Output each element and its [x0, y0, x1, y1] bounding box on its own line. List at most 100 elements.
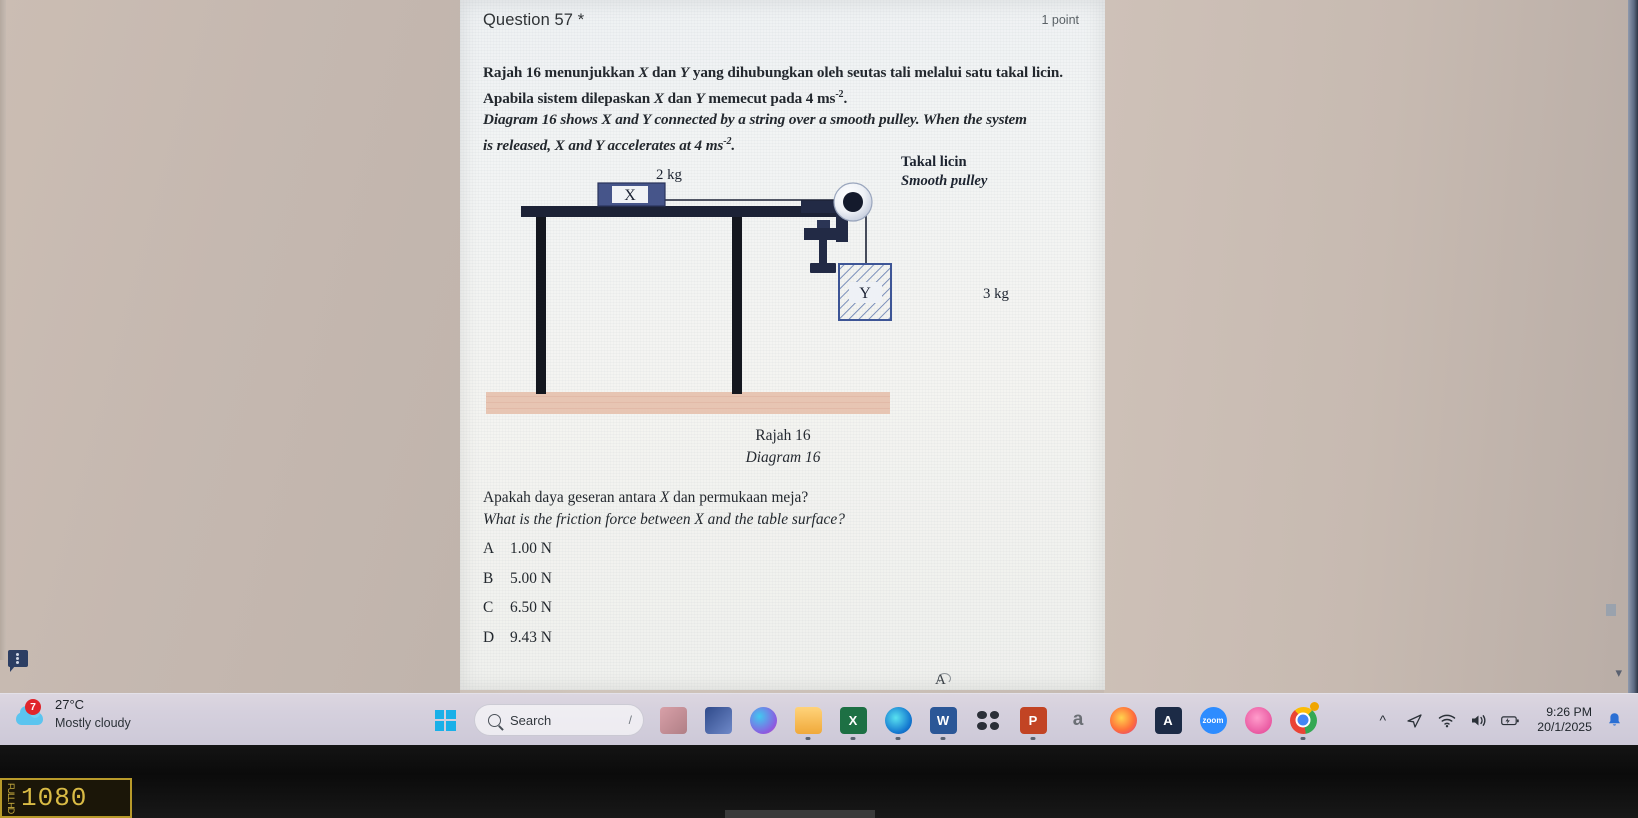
wifi-icon[interactable] [1437, 711, 1456, 730]
monitor-bezel: FULL HD 1080 [0, 745, 1638, 818]
taskbar-item-pink-app[interactable] [1237, 698, 1279, 742]
option-a-text: 1.00 N [510, 540, 552, 557]
weather-text: 27°C Mostly cloudy [55, 697, 131, 731]
pink-circle-icon [1244, 706, 1272, 734]
next-option-letter: A [935, 672, 946, 688]
option-b-text: 5.00 N [510, 569, 552, 587]
option-b[interactable]: B 5.00 N [483, 570, 1083, 600]
taskbar-item-file-explorer[interactable] [787, 698, 829, 742]
search-slash-hint: / [628, 713, 632, 727]
amazon-icon: a [1072, 709, 1084, 730]
option-d[interactable]: D 9.43 N [483, 629, 1083, 659]
edge-caret-icon: ▾ [1615, 665, 1622, 680]
question-prompt: Apakah daya geseran antara X dan permuka… [483, 487, 1083, 531]
edge-artifact-box [1606, 604, 1616, 616]
question-card: Question 57 * 1 point Rajah 16 menunjukk… [460, 0, 1105, 690]
taskbar-item-zoom[interactable]: zoom [1192, 698, 1234, 742]
chat-bubble-icon[interactable] [8, 650, 28, 672]
chat-bubble-dots [16, 653, 19, 664]
weather-badge: 7 [25, 699, 41, 715]
bell-icon[interactable] [1605, 711, 1624, 730]
taskbar: 7 27°C Mostly cloudy Search / X W P a A … [0, 693, 1638, 745]
weather-temperature: 27°C [55, 697, 85, 712]
teams-icon [977, 711, 999, 730]
taskbar-item-adobe[interactable]: A [1147, 698, 1189, 742]
search-icon [488, 713, 501, 727]
taskbar-item-teams[interactable] [967, 698, 1009, 742]
taskbar-item-weather-app[interactable] [652, 698, 694, 742]
taskbar-center: Search / X W P a A zoom [424, 694, 1324, 746]
osd-label: FULL HD [6, 782, 16, 814]
taskbar-item-firefox[interactable] [1102, 698, 1144, 742]
stem-line-1: Rajah 16 menunjukkan X dan Y yang dihubu… [483, 64, 1063, 81]
caption-english: Diagram 16 [745, 449, 821, 466]
block-x-mass-label: 2 kg [656, 167, 682, 183]
clock[interactable]: 9:26 PM 20/1/2025 [1537, 705, 1592, 735]
taskbar-item-amazon[interactable]: a [1057, 698, 1099, 742]
option-d-letter: D [483, 628, 495, 646]
taskbar-item-copilot[interactable] [742, 698, 784, 742]
desktop-background-right [1104, 0, 1638, 695]
caption-malay: Rajah 16 [755, 427, 811, 444]
battery-icon[interactable] [1501, 711, 1520, 730]
option-a[interactable]: A 1.00 N [483, 540, 1083, 570]
cloud-icon: 7 [14, 699, 48, 729]
option-d-text: 9.43 N [510, 628, 552, 646]
taskbar-item-word[interactable]: W [922, 698, 964, 742]
taskbar-item-widgets[interactable] [697, 698, 739, 742]
diagram-caption: Rajah 16 Diagram 16 [483, 425, 1083, 469]
option-c[interactable]: C 6.50 N [483, 599, 1083, 629]
windows-logo-icon [434, 709, 456, 731]
folder-icon [794, 706, 822, 734]
excel-icon: X [839, 706, 867, 734]
question-stem: Rajah 16 menunjukkan X dan Y yang dihubu… [483, 62, 1083, 156]
taskbar-item-powerpoint[interactable]: P [1012, 698, 1054, 742]
physics-diagram: Takal licin Smooth pulley 2 kg 3 kg X Y [483, 150, 1083, 470]
prompt-english: What is the friction force between X and… [483, 511, 845, 528]
stem-line-3: Diagram 16 shows X and Y connected by a … [483, 111, 1027, 129]
monitor-osd: FULL HD 1080 [0, 778, 132, 818]
taskbar-weather-widget[interactable]: 7 27°C Mostly cloudy [14, 698, 131, 730]
svg-text:X: X [624, 187, 636, 204]
powerpoint-icon: P [1019, 706, 1047, 734]
block-y: Y [838, 263, 892, 321]
table-leg-right [732, 217, 742, 394]
pulley-label-malay: Takal licin [901, 154, 967, 170]
edge-icon [884, 706, 912, 734]
speaker-icon[interactable] [1469, 711, 1488, 730]
screen-edge-right [1628, 0, 1638, 695]
table-leg-left [536, 217, 546, 394]
option-c-letter: C [483, 599, 494, 616]
taskbar-item-edge[interactable] [877, 698, 919, 742]
floor-surface [486, 392, 890, 414]
option-c-text: 6.50 N [510, 599, 552, 616]
search-input[interactable]: Search / [474, 704, 644, 736]
prompt-malay: Apakah daya geseran antara X dan permuka… [483, 489, 809, 506]
bezel-strip [725, 810, 875, 818]
question-title: Question 57 * [483, 10, 585, 29]
block-y-mass-label: 3 kg [983, 286, 1009, 302]
widgets-icon [704, 706, 732, 734]
question-points: 1 point [1041, 13, 1079, 27]
clock-time: 9:26 PM [1546, 705, 1592, 719]
send-icon[interactable] [1405, 711, 1424, 730]
firefox-icon [1109, 706, 1137, 734]
tray-overflow-icon[interactable]: ^ [1373, 711, 1392, 730]
weather-app-icon [659, 706, 687, 734]
start-button[interactable] [424, 699, 466, 741]
desktop-background-left [0, 0, 460, 695]
adobe-icon: A [1154, 706, 1182, 734]
word-icon: W [929, 706, 957, 734]
stem-line-2: Apabila sistem dilepaskan X dan Y memecu… [483, 88, 848, 107]
osd-resolution: 1080 [21, 783, 88, 813]
system-tray: ^ 9:26 PM 20/1/2025 [1373, 694, 1630, 746]
search-placeholder: Search [510, 712, 552, 728]
taskbar-item-excel[interactable]: X [832, 698, 874, 742]
table-top [521, 206, 847, 217]
zoom-icon: zoom [1199, 706, 1227, 734]
answer-options: A 1.00 N B 5.00 N C 6.50 N D 9.43 N [483, 540, 1083, 658]
copilot-icon [749, 706, 777, 734]
taskbar-item-chrome[interactable] [1282, 698, 1324, 742]
clock-date: 20/1/2025 [1537, 720, 1592, 734]
svg-text:Y: Y [859, 285, 871, 302]
